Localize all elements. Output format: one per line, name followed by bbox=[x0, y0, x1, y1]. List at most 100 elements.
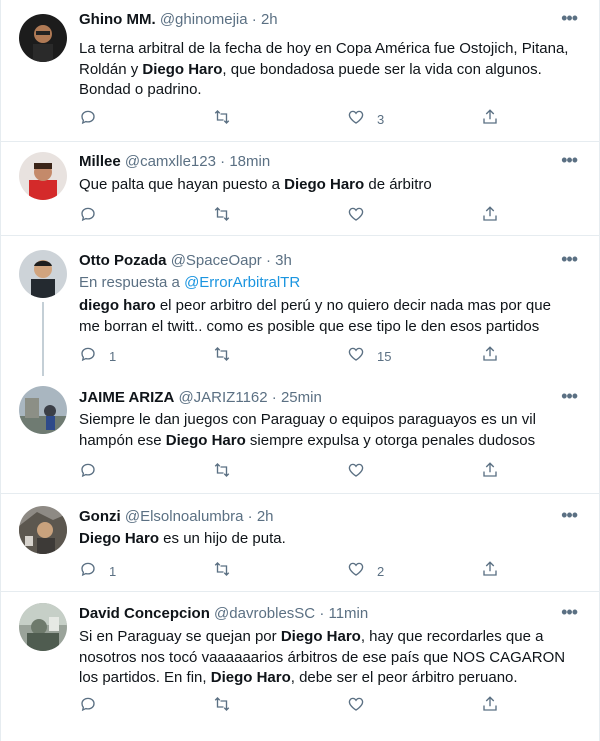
tweet[interactable]: Gonzi @Elsolnoalumbra · 2h ••• Diego Har… bbox=[1, 494, 599, 592]
retweet-button[interactable] bbox=[213, 109, 243, 129]
user-handle[interactable]: @ghinomejia bbox=[160, 11, 248, 28]
reply-icon bbox=[79, 560, 97, 583]
like-button[interactable] bbox=[347, 462, 377, 482]
reply-icon bbox=[79, 695, 97, 718]
avatar[interactable] bbox=[19, 506, 67, 554]
user-handle[interactable]: @JARIZ1162 bbox=[178, 389, 267, 406]
share-icon bbox=[481, 108, 499, 131]
separator-dot: · bbox=[265, 252, 271, 269]
like-button[interactable] bbox=[347, 696, 377, 716]
reply-icon bbox=[79, 461, 97, 484]
separator-dot: · bbox=[220, 153, 226, 170]
like-button[interactable]: 2 bbox=[347, 561, 384, 581]
display-name[interactable]: David Concepcion bbox=[79, 605, 210, 622]
avatar[interactable] bbox=[19, 386, 67, 434]
more-icon[interactable]: ••• bbox=[561, 151, 578, 169]
avatar[interactable] bbox=[19, 14, 67, 62]
more-icon[interactable]: ••• bbox=[561, 603, 578, 621]
separator-dot: · bbox=[251, 11, 257, 28]
display-name[interactable]: JAIME ARIZA bbox=[79, 389, 174, 406]
reply-button[interactable]: 1 bbox=[79, 561, 116, 581]
tweet[interactable]: Ghino MM. @ghinomejia · 2h ••• La terna … bbox=[1, 0, 599, 142]
tweet-header: David Concepcion @davroblesSC · 11min bbox=[79, 604, 368, 624]
reply-count: 1 bbox=[109, 348, 117, 364]
like-icon bbox=[347, 108, 365, 131]
share-button[interactable] bbox=[481, 345, 499, 366]
more-icon[interactable]: ••• bbox=[561, 250, 578, 268]
like-button[interactable]: 15 bbox=[347, 346, 391, 366]
reply-count: 1 bbox=[109, 563, 117, 579]
display-name[interactable]: Ghino MM. bbox=[79, 11, 156, 28]
tweet-text: La terna arbitral de la fecha de hoy en … bbox=[79, 39, 569, 101]
display-name[interactable]: Otto Pozada bbox=[79, 252, 167, 269]
retweet-button[interactable] bbox=[213, 206, 243, 226]
like-button[interactable]: 3 bbox=[347, 109, 384, 129]
text-segment: , debe ser el peor árbitro peruano. bbox=[290, 669, 518, 686]
tweet[interactable]: David Concepcion @davroblesSC · 11min ••… bbox=[1, 592, 599, 741]
tweet-text: diego haro el peor arbitro del perú y no… bbox=[79, 296, 569, 337]
highlighted-name: Diego Haro bbox=[79, 530, 160, 547]
avatar[interactable] bbox=[19, 152, 67, 200]
separator-dot: · bbox=[247, 508, 253, 525]
user-handle[interactable]: @Elsolnoalumbra bbox=[125, 508, 244, 525]
timestamp[interactable]: 11min bbox=[328, 605, 368, 622]
retweet-icon bbox=[213, 461, 231, 484]
timestamp[interactable]: 3h bbox=[275, 252, 292, 269]
display-name[interactable]: Millee bbox=[79, 153, 121, 170]
like-button[interactable] bbox=[347, 206, 377, 226]
tweet-actions bbox=[79, 695, 509, 718]
thread-line bbox=[42, 302, 44, 376]
like-icon bbox=[347, 205, 365, 228]
tweet[interactable]: Otto Pozada @SpaceOapr · 3h ••• En respu… bbox=[1, 236, 599, 376]
tweet[interactable]: Millee @camxlle123 · 18min ••• Que palta… bbox=[1, 142, 599, 236]
retweet-button[interactable] bbox=[213, 696, 243, 716]
reply-icon bbox=[79, 205, 97, 228]
retweet-icon bbox=[213, 205, 231, 228]
user-handle[interactable]: @davroblesSC bbox=[214, 605, 315, 622]
reply-button[interactable] bbox=[79, 109, 109, 129]
reply-icon bbox=[79, 345, 97, 368]
share-icon bbox=[481, 695, 499, 718]
highlighted-name: diego haro bbox=[79, 297, 156, 314]
reply-button[interactable] bbox=[79, 696, 109, 716]
display-name[interactable]: Gonzi bbox=[79, 508, 121, 525]
more-icon[interactable]: ••• bbox=[561, 9, 578, 27]
tweet-text: Que palta que hayan puesto a Diego Haro … bbox=[79, 175, 569, 196]
share-button[interactable] bbox=[481, 108, 499, 131]
reply-icon bbox=[79, 108, 97, 131]
like-icon bbox=[347, 461, 365, 484]
like-count: 2 bbox=[377, 563, 385, 579]
more-icon[interactable]: ••• bbox=[561, 506, 578, 524]
timestamp[interactable]: 25min bbox=[281, 389, 322, 406]
avatar[interactable] bbox=[19, 250, 67, 298]
reply-mention-link[interactable]: @ErrorArbitralTR bbox=[184, 274, 300, 291]
user-handle[interactable]: @SpaceOapr bbox=[171, 252, 262, 269]
avatar[interactable] bbox=[19, 603, 67, 651]
retweet-icon bbox=[213, 345, 231, 368]
share-button[interactable] bbox=[481, 560, 499, 583]
share-icon bbox=[481, 560, 499, 583]
reply-button[interactable] bbox=[79, 462, 109, 482]
reply-button[interactable] bbox=[79, 206, 109, 226]
more-icon[interactable]: ••• bbox=[561, 387, 578, 405]
tweet[interactable]: JAIME ARIZA @JARIZ1162 · 25min ••• Siemp… bbox=[1, 376, 599, 494]
highlighted-name: Diego Haro bbox=[142, 60, 223, 78]
reply-button[interactable]: 1 bbox=[79, 346, 116, 366]
retweet-icon bbox=[213, 108, 231, 131]
timestamp[interactable]: 2h bbox=[261, 11, 278, 28]
timestamp[interactable]: 18min bbox=[229, 153, 270, 170]
tweet-text: Si en Paraguay se quejan por Diego Haro,… bbox=[79, 627, 569, 689]
timestamp[interactable]: 2h bbox=[257, 508, 274, 525]
separator-dot: · bbox=[271, 389, 277, 406]
retweet-button[interactable] bbox=[213, 346, 243, 366]
highlighted-name: Diego Haro bbox=[210, 669, 291, 686]
user-handle[interactable]: @camxlle123 bbox=[125, 153, 216, 170]
retweet-button[interactable] bbox=[213, 561, 243, 581]
share-button[interactable] bbox=[481, 205, 499, 226]
share-button[interactable] bbox=[481, 461, 499, 482]
retweet-icon bbox=[213, 560, 231, 583]
share-button[interactable] bbox=[481, 695, 499, 718]
separator-dot: · bbox=[319, 605, 325, 622]
text-segment: Si en Paraguay se quejan por bbox=[79, 628, 281, 645]
retweet-button[interactable] bbox=[213, 462, 243, 482]
